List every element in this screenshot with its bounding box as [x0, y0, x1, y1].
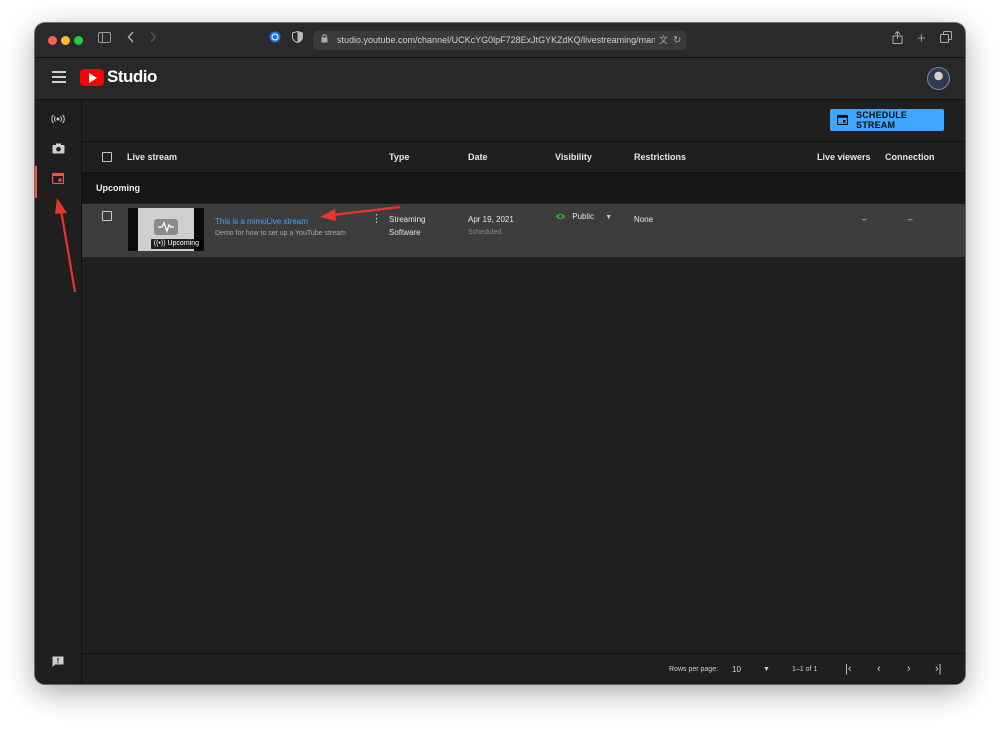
connection-value: – [908, 215, 913, 224]
broadcast-icon [51, 113, 65, 127]
minimize-window-button[interactable] [61, 36, 70, 45]
section-upcoming: Upcoming [82, 173, 965, 203]
column-restrictions[interactable]: Restrictions [634, 142, 686, 172]
menu-icon[interactable] [52, 69, 66, 83]
visibility-select[interactable]: Public ▼ [555, 212, 612, 222]
privacy-shield-icon[interactable] [292, 30, 303, 47]
rail-item-manage[interactable] [35, 166, 81, 198]
main-content: SCHEDULE STREAM Live stream Type Date Vi… [82, 100, 965, 684]
stream-description: Demo for how to set up a YouTube stream [215, 230, 346, 237]
column-visibility[interactable]: Visibility [555, 142, 592, 172]
table-header: Live stream Type Date Visibility Restric… [82, 142, 965, 173]
rail-item-stream[interactable] [35, 106, 81, 134]
table-row[interactable]: ((•)) Upcoming This is a mimoLive stream… [82, 204, 965, 257]
share-icon[interactable] [892, 30, 903, 48]
select-all-checkbox[interactable] [102, 152, 112, 162]
url-text: studio.youtube.com/channel/UCKcYG0lpF728… [337, 35, 655, 45]
reload-icon[interactable]: ↻ [673, 31, 681, 50]
section-label: Upcoming [96, 183, 140, 193]
calendar-icon [837, 114, 848, 125]
logo-text: Studio [107, 67, 157, 86]
sidebar-toggle-icon[interactable] [98, 31, 111, 47]
action-bar: SCHEDULE STREAM [82, 100, 965, 142]
rows-per-page-select[interactable]: 10 [732, 654, 741, 684]
type-line-1: Streaming [389, 215, 426, 224]
studio-header: Studio [35, 58, 965, 100]
page-range: 1–1 of 1 [792, 666, 818, 673]
tab-overview-icon[interactable] [940, 31, 952, 47]
left-rail [35, 100, 82, 684]
rows-per-page-label: Rows per page: [669, 666, 719, 673]
visibility-value: Public [572, 212, 595, 221]
stream-thumbnail[interactable]: ((•)) Upcoming [128, 208, 204, 251]
date-value: Apr 19, 2021 [468, 215, 514, 224]
waveform-icon [154, 219, 178, 235]
address-bar[interactable]: studio.youtube.com/channel/UCKcYG0lpF728… [313, 31, 687, 50]
lock-icon [321, 31, 328, 50]
type-line-2: Software [389, 228, 421, 237]
previous-page-icon[interactable]: ‹ [877, 654, 881, 684]
column-connection[interactable]: Connection [885, 142, 935, 172]
pagination-bar: Rows per page: 10 ▼ 1–1 of 1 |‹ ‹ › ›| [82, 653, 965, 684]
column-type[interactable]: Type [389, 142, 409, 172]
new-tab-icon[interactable]: + [917, 31, 926, 47]
last-page-icon[interactable]: ›| [935, 654, 942, 684]
zoom-window-button[interactable] [74, 36, 83, 45]
chevron-down-icon[interactable]: ▼ [763, 654, 770, 684]
column-live-stream[interactable]: Live stream [127, 142, 177, 172]
rail-item-webcam[interactable] [35, 136, 81, 164]
column-date[interactable]: Date [468, 142, 488, 172]
more-options-icon[interactable]: ⋮ [371, 214, 382, 225]
browser-toolbar: studio.youtube.com/channel/UCKcYG0lpF728… [35, 23, 965, 58]
first-page-icon[interactable]: |‹ [845, 654, 852, 684]
schedule-stream-button[interactable]: SCHEDULE STREAM [830, 109, 944, 131]
youtube-play-icon [80, 69, 104, 86]
next-page-icon[interactable]: › [907, 654, 911, 684]
date-status: Scheduled [468, 229, 502, 236]
broadcast-icon: ((•)) [153, 240, 168, 247]
stream-title-link[interactable]: This is a mimoLive stream [215, 217, 308, 226]
calendar-icon [51, 172, 65, 187]
eye-icon [555, 213, 568, 222]
feedback-icon [52, 656, 64, 671]
upcoming-badge: ((•)) Upcoming [150, 239, 202, 249]
back-icon[interactable] [127, 31, 135, 47]
password-manager-icon[interactable] [269, 31, 281, 47]
chevron-down-icon: ▼ [605, 214, 613, 221]
translate-icon[interactable]: 文 [659, 31, 668, 50]
camera-icon [52, 143, 65, 157]
column-live-viewers[interactable]: Live viewers [817, 142, 871, 172]
live-viewers-value: – [862, 215, 867, 224]
close-window-button[interactable] [48, 36, 57, 45]
rail-item-feedback[interactable] [35, 650, 81, 678]
forward-icon[interactable] [149, 31, 157, 47]
restrictions-value: None [634, 215, 654, 224]
row-checkbox[interactable] [102, 211, 112, 221]
schedule-stream-label: SCHEDULE STREAM [856, 110, 908, 130]
avatar[interactable] [927, 67, 950, 90]
browser-window: studio.youtube.com/channel/UCKcYG0lpF728… [35, 23, 965, 684]
